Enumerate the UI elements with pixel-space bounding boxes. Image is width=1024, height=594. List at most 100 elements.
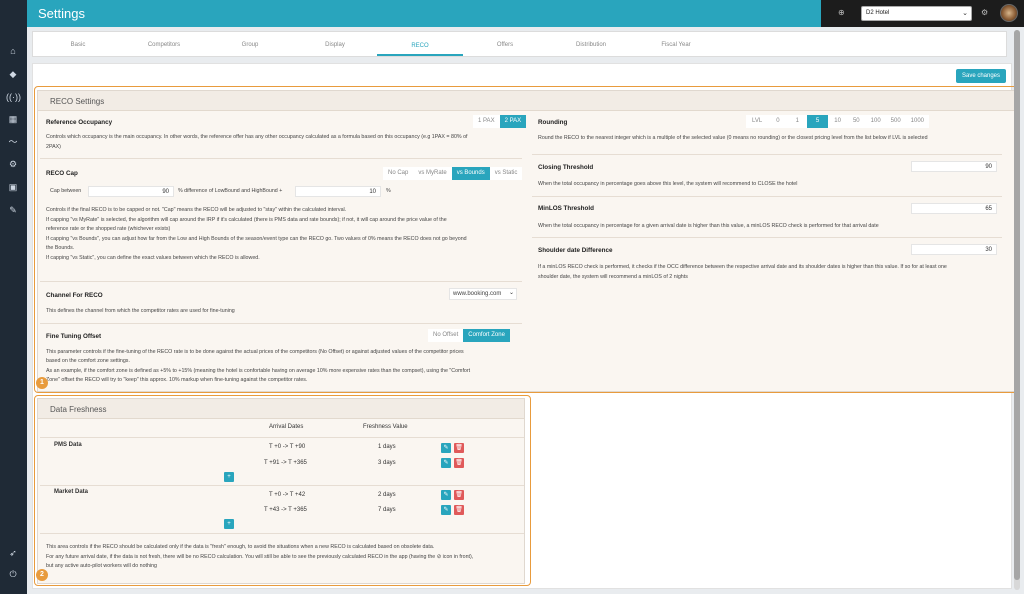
divider <box>40 485 524 486</box>
edit-icon[interactable]: ✎ <box>441 490 451 500</box>
cap-between-input[interactable]: 90 <box>88 186 174 197</box>
tab-offers[interactable]: Offers <box>462 32 548 58</box>
rounding-toggle: LVL 0 1 5 10 50 100 500 1000 <box>746 115 930 128</box>
option-vs-myrate[interactable]: vs MyRate <box>413 167 452 180</box>
add-market-row-button[interactable]: + <box>224 519 234 529</box>
fine-tuning-desc-4: Zone" offset the RECO will try to "keep"… <box>46 377 308 383</box>
option-0[interactable]: 0 <box>768 115 788 128</box>
broadcast-icon[interactable]: ((·)) <box>6 90 21 104</box>
minlos-threshold-input[interactable]: 65 <box>911 203 997 214</box>
trash-icon[interactable]: 🗑 <box>454 490 464 500</box>
reco-cap-desc-3: reference rate or the shopped rate (whic… <box>46 226 171 232</box>
closing-threshold-input[interactable]: 90 <box>911 161 997 172</box>
option-lvl[interactable]: LVL <box>746 115 769 128</box>
reference-occupancy-desc-2: 2PAX) <box>46 144 61 150</box>
tab-group[interactable]: Group <box>207 32 293 58</box>
option-1pax[interactable]: 1 PAX <box>473 115 500 128</box>
reference-occupancy-toggle: 1 PAX 2 PAX <box>473 115 527 128</box>
shoulder-date-desc-2: shoulder date, the system will recommend… <box>538 274 688 280</box>
option-no-cap[interactable]: No Cap <box>383 167 414 180</box>
option-50[interactable]: 50 <box>846 115 866 128</box>
shoulder-date-input[interactable]: 30 <box>911 244 997 255</box>
reference-occupancy-label: Reference Occupancy <box>46 119 113 126</box>
option-5[interactable]: 5 <box>806 115 829 128</box>
option-10[interactable]: 10 <box>828 115 847 128</box>
option-1[interactable]: 1 <box>787 115 807 128</box>
chevron-down-icon: ⌄ <box>508 290 514 296</box>
trash-icon[interactable]: 🗑 <box>454 505 464 515</box>
tab-competitors[interactable]: Competitors <box>121 32 207 58</box>
gear-icon[interactable]: ⚙ <box>6 157 20 171</box>
trash-icon[interactable]: 🗑 <box>454 458 464 468</box>
freshness-desc-3: but any active auto-pilot workers will d… <box>46 563 157 569</box>
market-row-2-arrival: T +43 -> T +365 <box>264 507 307 513</box>
reco-cap-toggle: No Cap vs MyRate vs Bounds vs Static <box>383 167 523 180</box>
avatar[interactable] <box>1000 4 1018 22</box>
image-icon[interactable]: ▣ <box>6 180 20 194</box>
globe-icon[interactable]: ⊕ <box>838 8 845 17</box>
wrench-icon[interactable]: ✎ <box>6 203 20 217</box>
channel-select[interactable]: www.booking.com ⌄ <box>449 288 517 300</box>
cap-between-label: Cap between <box>50 188 82 194</box>
freshness-desc-1: This area controls if the RECO should be… <box>46 544 435 550</box>
rocket-icon[interactable]: ➶ <box>6 546 20 560</box>
tab-reco[interactable]: RECO <box>377 34 463 56</box>
save-changes-button[interactable]: Save changes <box>956 69 1006 83</box>
edit-icon[interactable]: ✎ <box>441 443 451 453</box>
diamond-icon[interactable]: ◆ <box>6 67 20 81</box>
option-vs-bounds[interactable]: vs Bounds <box>451 167 490 180</box>
market-row-2-value: 7 days <box>378 507 396 513</box>
market-row-1-arrival: T +0 -> T +42 <box>269 492 306 498</box>
option-100[interactable]: 100 <box>865 115 886 128</box>
rounding-label: Rounding <box>538 119 568 126</box>
option-2pax[interactable]: 2 PAX <box>499 115 527 128</box>
option-1000[interactable]: 1000 <box>905 115 930 128</box>
settings-gear-icon[interactable]: ⚙ <box>981 8 988 17</box>
channel-for-reco-label: Channel For RECO <box>46 292 103 299</box>
divider <box>40 281 522 282</box>
fine-tuning-desc-2: based on the comfort zone settings. <box>46 358 130 364</box>
option-500[interactable]: 500 <box>885 115 906 128</box>
fine-tuning-toggle: No Offset Comfort Zone <box>428 329 510 342</box>
trash-icon[interactable]: 🗑 <box>454 443 464 453</box>
option-vs-static[interactable]: vs Static <box>489 167 523 180</box>
pms-data-label: PMS Data <box>54 442 82 448</box>
reco-cap-label: RECO Cap <box>46 170 78 177</box>
option-no-offset[interactable]: No Offset <box>428 329 464 342</box>
shoulder-date-desc-1: If a minLOS RECO check is performed, it … <box>538 264 947 270</box>
rounding-desc: Round the RECO to the nearest integer wh… <box>538 135 928 141</box>
col-arrival-dates: Arrival Dates <box>269 424 304 430</box>
chart-line-icon[interactable]: 〜 <box>6 135 20 149</box>
home-icon[interactable]: ⌂ <box>6 44 20 58</box>
divider <box>40 158 522 159</box>
reference-occupancy-desc-1: Controls which occupancy is the main occ… <box>46 134 468 140</box>
scrollbar-thumb[interactable] <box>1014 30 1020 580</box>
add-pms-row-button[interactable]: + <box>224 472 234 482</box>
minlos-threshold-desc: When the total occupancy in percentage f… <box>538 223 879 229</box>
cap-second-input[interactable]: 10 <box>295 186 381 197</box>
divider <box>532 196 1002 197</box>
annotation-badge-1: 1 <box>36 377 48 389</box>
tab-distribution[interactable]: Distribution <box>548 32 634 58</box>
edit-icon[interactable]: ✎ <box>441 458 451 468</box>
power-icon[interactable]: ⏻ <box>6 567 20 581</box>
channel-desc: This defines the channel from which the … <box>46 308 235 314</box>
cap-pct-label: % <box>386 188 391 194</box>
hotel-select[interactable]: D2 Hotel ⌄ <box>861 6 972 21</box>
divider <box>40 437 524 438</box>
tab-basic[interactable]: Basic <box>35 32 121 58</box>
channel-select-value: www.booking.com <box>453 291 502 297</box>
tab-display[interactable]: Display <box>292 32 378 58</box>
pms-row-2-value: 3 days <box>378 460 396 466</box>
page-scrollbar[interactable] <box>1014 30 1020 590</box>
chevron-down-icon: ⌄ <box>962 10 968 17</box>
divider <box>532 237 1002 238</box>
option-comfort-zone[interactable]: Comfort Zone <box>463 329 510 342</box>
left-sidebar: ⌂ ◆ ((·)) ▦ 〜 ⚙ ▣ ✎ ➶ ⏻ <box>0 0 27 594</box>
fine-tuning-label: Fine Tuning Offset <box>46 333 102 340</box>
table-icon[interactable]: ▦ <box>6 112 20 126</box>
tab-fiscal-year[interactable]: Fiscal Year <box>633 32 719 58</box>
edit-icon[interactable]: ✎ <box>441 505 451 515</box>
market-data-label: Market Data <box>54 489 89 495</box>
divider <box>40 533 524 534</box>
